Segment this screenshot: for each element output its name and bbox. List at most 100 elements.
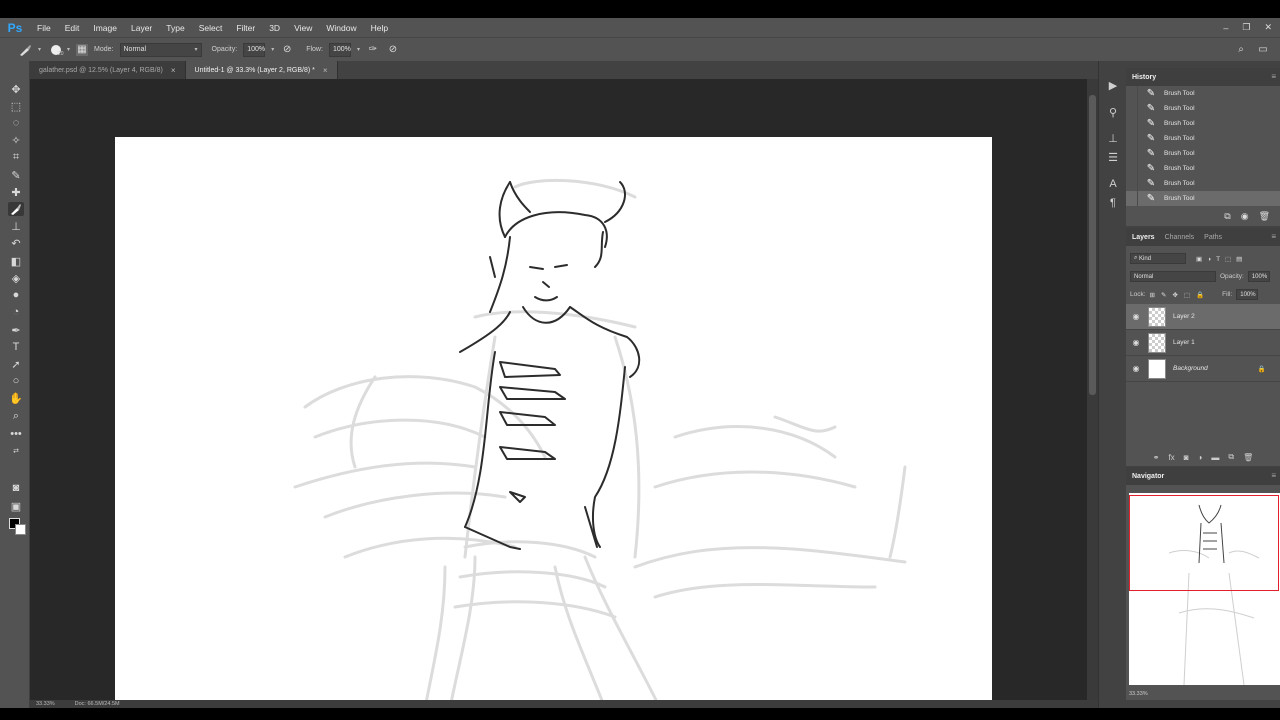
menu-layer[interactable]: Layer <box>124 23 159 33</box>
pen-tool-icon[interactable]: ✒ <box>8 323 24 337</box>
history-item-current[interactable]: ✎ Brush Tool <box>1126 191 1280 206</box>
fx-icon[interactable]: fx <box>1168 453 1174 462</box>
layer-filter-icons[interactable]: ▣◑T⬚▤ <box>1196 255 1247 263</box>
swap-colors-icon[interactable]: ⇄ <box>8 444 24 458</box>
type-tool-icon[interactable]: T <box>8 340 24 354</box>
tab-channels[interactable]: Channels <box>1165 234 1195 241</box>
blur-tool-icon[interactable]: ● <box>8 288 24 302</box>
move-tool-icon[interactable]: ✥ <box>8 82 24 96</box>
crop-tool-icon[interactable]: ⌗ <box>8 150 24 164</box>
menu-3d[interactable]: 3D <box>262 23 287 33</box>
history-title[interactable]: History <box>1132 74 1156 81</box>
eye-icon[interactable]: ◉ <box>1126 338 1146 347</box>
layer-opacity-field[interactable]: 100% <box>1247 271 1270 282</box>
history-item[interactable]: ✎ Brush Tool <box>1126 101 1280 116</box>
brush-panel-toggle-icon[interactable]: ▦ <box>76 43 89 56</box>
add-mask-icon[interactable]: ◙ <box>1184 453 1189 462</box>
restore-button[interactable]: ❐ <box>1242 22 1250 33</box>
marquee-tool-icon[interactable]: ⬚ <box>8 99 24 113</box>
workspace-icon[interactable]: ▭ <box>1256 43 1270 57</box>
more-tools-icon[interactable]: ••• <box>8 427 24 441</box>
brush-tool-preset-icon[interactable] <box>18 43 32 57</box>
snapshot-camera-icon[interactable]: ◉ <box>1241 211 1249 222</box>
background-color-swatch[interactable] <box>15 524 26 535</box>
airbrush-icon[interactable]: ✑ <box>366 43 380 57</box>
magic-wand-tool-icon[interactable]: ✧ <box>8 133 24 147</box>
screen-mode-icon[interactable]: ▣ <box>8 499 24 513</box>
history-item[interactable]: ✎ Brush Tool <box>1126 131 1280 146</box>
zoom-tool-icon[interactable]: ⌕ <box>8 409 24 423</box>
chevron-down-icon[interactable]: ▾ <box>67 46 70 53</box>
adjustment-layer-icon[interactable]: ◑ <box>1198 453 1203 462</box>
quick-mask-icon[interactable]: ◙ <box>8 481 24 495</box>
navigator-title[interactable]: Navigator <box>1132 473 1164 480</box>
eye-icon[interactable]: ◉ <box>1126 364 1146 373</box>
character-icon[interactable]: A <box>1105 177 1121 191</box>
history-brush-tool-icon[interactable]: ↶ <box>8 236 24 250</box>
lasso-tool-icon[interactable]: ◌ <box>8 116 24 130</box>
paragraph-icon[interactable]: ¶ <box>1105 196 1121 210</box>
filter-kind-select[interactable]: ⌕ Kind <box>1130 253 1186 264</box>
adjustments-icon[interactable]: ☰ <box>1105 150 1121 164</box>
panel-menu-icon[interactable]: ≡ <box>1271 232 1276 241</box>
pressure-opacity-icon[interactable]: ⊘ <box>280 43 294 57</box>
zoom-level[interactable]: 33.33% <box>36 701 55 707</box>
brush-tool-icon[interactable] <box>8 202 24 216</box>
chevron-down-icon[interactable]: ▾ <box>38 46 41 53</box>
menu-image[interactable]: Image <box>86 23 124 33</box>
navigator-preview[interactable] <box>1129 493 1280 685</box>
menu-view[interactable]: View <box>287 23 319 33</box>
shape-tool-icon[interactable]: ○ <box>8 374 24 388</box>
menu-select[interactable]: Select <box>192 23 230 33</box>
history-item[interactable]: ✎ Brush Tool <box>1126 116 1280 131</box>
new-layer-icon[interactable]: ⧉ <box>1228 452 1234 462</box>
chevron-down-icon[interactable]: ▾ <box>357 46 360 53</box>
clone-stamp-tool-icon[interactable]: ⊥ <box>8 219 24 233</box>
tab-untitled-1[interactable]: Untitled-1 @ 33.3% (Layer 2, RGB/8) * × <box>185 61 338 79</box>
blend-mode-select[interactable]: Normal <box>1130 271 1216 282</box>
search-icon[interactable]: ⌕ <box>1234 43 1248 57</box>
fill-field[interactable]: 100% <box>1236 289 1259 300</box>
layer-row-layer-2[interactable]: ◉ Layer 2 <box>1126 304 1280 330</box>
clone-source-icon[interactable]: ⊥ <box>1105 131 1121 145</box>
history-item[interactable]: ✎ Brush Tool <box>1126 86 1280 101</box>
eye-icon[interactable]: ◉ <box>1126 312 1146 321</box>
close-icon[interactable]: × <box>323 66 328 75</box>
document-canvas[interactable] <box>115 137 992 708</box>
menu-help[interactable]: Help <box>364 23 395 33</box>
chevron-down-icon[interactable]: ▾ <box>271 46 274 53</box>
new-group-icon[interactable]: ▬ <box>1211 453 1219 462</box>
menu-type[interactable]: Type <box>159 23 191 33</box>
paint-bucket-tool-icon[interactable]: ◈ <box>8 271 24 285</box>
layer-row-background[interactable]: ◉ Background 🔒 <box>1126 356 1280 382</box>
eyedropper-tool-icon[interactable]: ✎ <box>8 168 24 182</box>
history-item[interactable]: ✎ Brush Tool <box>1126 146 1280 161</box>
path-selection-tool-icon[interactable]: ➚ <box>8 357 24 371</box>
menu-window[interactable]: Window <box>319 23 363 33</box>
hand-tool-icon[interactable]: ✋ <box>8 391 24 405</box>
vertical-scrollbar-thumb[interactable] <box>1089 95 1096 395</box>
layer-row-layer-1[interactable]: ◉ Layer 1 <box>1126 330 1280 356</box>
navigator-zoom[interactable]: 33.33% <box>1129 691 1148 697</box>
mode-select[interactable]: Normal ▾ <box>119 42 202 57</box>
opacity-field[interactable]: 100% <box>243 42 266 57</box>
lock-icons[interactable]: ⊞✎✥⬚🔒 <box>1150 291 1211 299</box>
flow-field[interactable]: 100% <box>328 42 351 57</box>
eraser-tool-icon[interactable]: ◧ <box>8 254 24 268</box>
history-item[interactable]: ✎ Brush Tool <box>1126 161 1280 176</box>
panel-menu-icon[interactable]: ≡ <box>1271 471 1276 480</box>
trash-icon[interactable]: 🗑 <box>1259 211 1270 222</box>
trash-icon[interactable]: 🗑 <box>1243 453 1253 462</box>
menu-file[interactable]: File <box>30 23 58 33</box>
navigator-view-frame[interactable] <box>1129 495 1279 591</box>
history-item[interactable]: ✎ Brush Tool <box>1126 176 1280 191</box>
tab-galather[interactable]: galather.psd @ 12.5% (Layer 4, RGB/8) × <box>30 61 186 79</box>
pressure-size-icon[interactable]: ⊘ <box>386 43 400 57</box>
tab-layers[interactable]: Layers <box>1132 234 1155 241</box>
dodge-tool-icon[interactable]: ◔ <box>8 305 24 319</box>
play-icon[interactable]: ▶ <box>1105 78 1121 92</box>
new-document-from-state-icon[interactable]: ⧉ <box>1224 211 1230 222</box>
link-layers-icon[interactable]: ⚭ <box>1153 453 1160 462</box>
brush-presets-icon[interactable]: ⚲ <box>1105 105 1121 119</box>
close-window-button[interactable]: ✕ <box>1264 22 1272 33</box>
